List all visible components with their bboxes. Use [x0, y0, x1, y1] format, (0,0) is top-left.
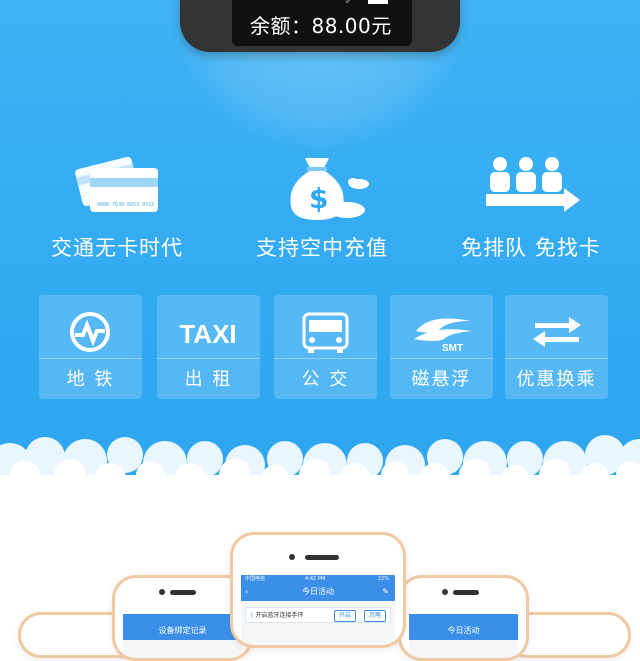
smt-text: SMT	[442, 343, 463, 354]
taxi-icon: TAXI	[157, 309, 260, 355]
feature-label: 支持空中充值	[256, 236, 388, 260]
tile-divider	[274, 358, 377, 359]
tile-taxi[interactable]: TAXI 出 租	[157, 295, 260, 399]
phone-right-title: 今日活动	[409, 622, 518, 640]
bluetooth-small-icon: ᛒ	[250, 612, 254, 619]
phone-left-title: 设备绑定记录	[123, 622, 242, 640]
feature-label: 交通无卡时代	[51, 236, 183, 260]
tile-divider	[390, 358, 493, 359]
tile-bus[interactable]: 公 交	[274, 295, 377, 399]
bus-icon	[274, 309, 377, 355]
edit-icon[interactable]: ✎	[382, 583, 389, 601]
tile-label: 地 铁	[66, 369, 115, 390]
status-carrier: 中国电信	[245, 576, 266, 582]
phone-center-navbar: ‹ 今日活动 ✎	[241, 583, 395, 601]
phone-center: 中国电信 4:42 PM 22% ‹ 今日活动 ✎ ᛒ 开启蓝牙连接手环 开启 …	[230, 532, 406, 648]
feature-label: 免排队 免找卡	[461, 236, 601, 260]
feature-no-queue: 免排队 免找卡	[431, 150, 631, 270]
tile-divider	[39, 358, 142, 359]
tile-divider	[157, 358, 260, 359]
metro-icon	[39, 309, 142, 355]
tile-label: 优惠换乘	[516, 369, 597, 390]
status-time: 4:42 PM	[305, 576, 326, 582]
back-icon[interactable]: ‹	[245, 583, 248, 601]
cards-icon: 0000 7639 6653 9722	[75, 156, 158, 212]
tile-label: 出 租	[184, 369, 233, 390]
taxi-icon-text: TAXI	[179, 319, 236, 349]
tile-metro[interactable]: 地 铁	[39, 295, 142, 399]
hero-banner: ᛒ 余额：88.00元 0000 7639 6653 9722 交通无卡时代 $…	[0, 0, 640, 490]
tile-label: 公 交	[301, 369, 350, 390]
feature-recharge: $ 支持空中充值	[222, 150, 422, 270]
card-number: 0000 7639 6653 9722	[97, 202, 154, 208]
money-bag-icon: $	[290, 158, 369, 220]
phone-right: 今日活动	[398, 575, 529, 661]
bluetooth-row-text: 开启蓝牙连接手环	[255, 612, 304, 619]
feature-no-card: 0000 7639 6653 9722 交通无卡时代	[17, 150, 217, 270]
svg-text:$: $	[309, 182, 328, 215]
queue-people-icon	[486, 157, 580, 212]
tile-transfer[interactable]: 优惠换乘	[505, 295, 608, 399]
maglev-icon: SMT	[390, 309, 493, 355]
enable-button[interactable]: 开启	[333, 610, 356, 622]
tile-label: 磁悬浮	[411, 369, 472, 390]
clouds	[0, 435, 640, 490]
tile-maglev[interactable]: SMT 磁悬浮	[390, 295, 493, 399]
ignore-button[interactable]: 忽略	[363, 610, 386, 622]
battery-icon	[368, 0, 388, 4]
balance-text: 余额：88.00元	[250, 14, 392, 38]
status-battery: 22%	[377, 576, 389, 582]
phone-center-title: 今日活动	[302, 587, 334, 596]
bluetooth-row: ᛒ 开启蓝牙连接手环 开启 忽略	[245, 607, 391, 623]
tile-divider	[505, 358, 608, 359]
transfer-icon	[505, 309, 608, 355]
bluetooth-icon: ᛒ	[345, 0, 351, 5]
